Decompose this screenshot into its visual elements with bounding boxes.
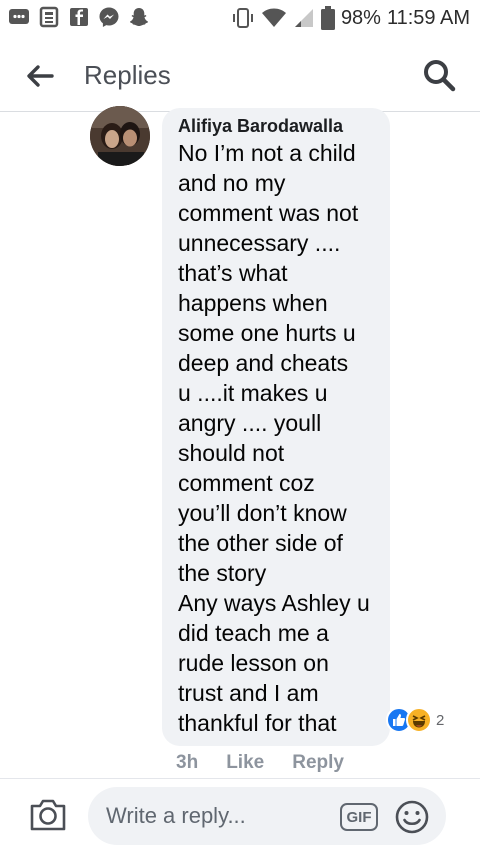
comment-line: comment coz (178, 470, 315, 496)
reply-input[interactable]: Write a reply... GIF (88, 787, 446, 845)
comment-line: and no my (178, 170, 286, 196)
comment-line: deep and cheats (178, 350, 349, 376)
app-bar: Replies (0, 38, 480, 112)
comment-text: No I’m not a child and no my comment was… (178, 138, 390, 738)
messages-icon (9, 9, 29, 24)
search-icon[interactable] (420, 56, 458, 94)
camera-icon[interactable] (28, 797, 68, 833)
news-icon (39, 6, 59, 28)
battery-level: 98% (340, 6, 381, 29)
comment-line: angry .... youll (178, 410, 322, 436)
facebook-icon (70, 8, 88, 26)
battery-icon (320, 6, 335, 30)
comment-line: should not (178, 440, 285, 466)
avatar[interactable] (90, 106, 150, 166)
status-bar: 98% 11:59 AM (0, 0, 480, 36)
reply-placeholder: Write a reply... (106, 803, 246, 828)
comment-line: rude lesson on (178, 650, 329, 676)
gif-button[interactable]: GIF (340, 803, 378, 831)
comment-line: you’ll don’t know (178, 500, 347, 526)
emoji-icon[interactable] (394, 799, 430, 835)
reply-composer: Write a reply... GIF (0, 779, 480, 854)
wifi-icon (261, 8, 286, 27)
arrow-left-icon[interactable] (22, 58, 58, 94)
snapchat-icon (130, 8, 148, 26)
comment-line: did teach me a (178, 620, 329, 646)
comment-author[interactable]: Alifiya Barodawalla (178, 114, 390, 138)
signal-icon (294, 9, 313, 27)
notification-icons (8, 6, 150, 28)
comment-line: comment was not (178, 200, 359, 226)
comment-line: trust and I am (178, 680, 319, 706)
comment-line: the other side of (178, 530, 343, 556)
like-button[interactable]: Like (226, 752, 264, 774)
vibrate-icon (232, 8, 253, 28)
reaction-count: 2 (436, 711, 445, 729)
comment-line: No I’m not a child (178, 140, 356, 166)
comment-bubble[interactable]: Alifiya Barodawalla No I’m not a child a… (162, 108, 390, 746)
comment-timestamp: 3h (176, 752, 199, 773)
system-status: 98% 11:59 AM (231, 6, 470, 30)
profile-photo (90, 106, 150, 166)
comment-line: u ....it makes u (178, 380, 328, 406)
comment-line: the story (178, 560, 267, 586)
comment-line: happens when (178, 290, 328, 316)
comment-line: unnecessary .... (178, 230, 341, 256)
comment-line: that’s what (178, 260, 288, 286)
clock: 11:59 AM (386, 6, 470, 29)
haha-reaction-icon (406, 707, 432, 733)
comment-line: some one hurts u (178, 320, 356, 346)
comment-actions: 3h Like Reply (176, 752, 344, 774)
reply-button[interactable]: Reply (292, 752, 344, 774)
comment-line: thankful for that (178, 710, 337, 736)
page-title: Replies (84, 60, 171, 90)
messenger-icon (99, 7, 119, 27)
comment-line: Any ways Ashley u (178, 590, 370, 616)
reaction-summary[interactable]: 2 (386, 706, 444, 734)
